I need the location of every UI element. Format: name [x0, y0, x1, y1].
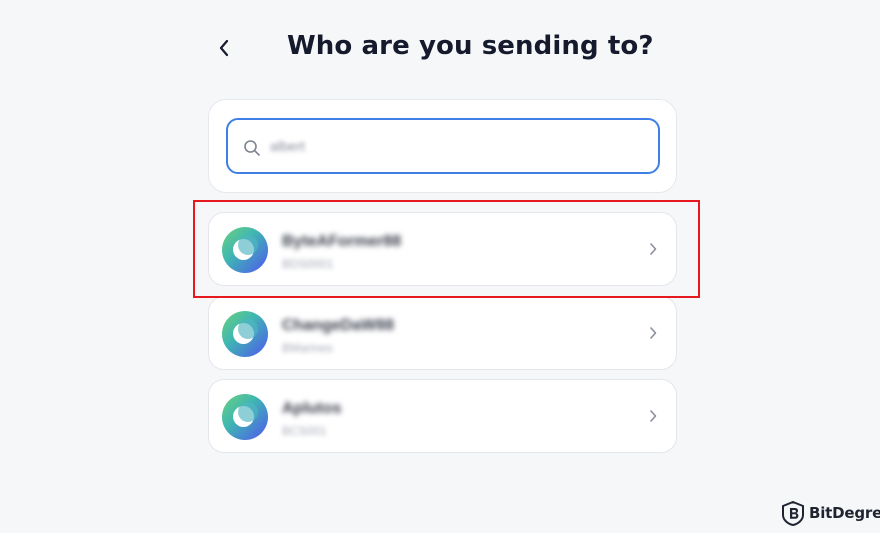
- back-button[interactable]: [210, 34, 238, 62]
- recipient-subtitle: BMarines: [282, 341, 333, 355]
- crescent-avatar-icon: [233, 319, 258, 344]
- search-icon: [244, 140, 260, 156]
- header: Who are you sending to?: [209, 30, 678, 66]
- brand-name: BitDegree: [809, 504, 880, 522]
- search-box[interactable]: [226, 118, 660, 174]
- recipient-item[interactable]: ByteAFormer88 BDS0001: [208, 212, 677, 286]
- brand-watermark: BitDegree: [782, 500, 880, 526]
- chevron-right-icon: [650, 327, 657, 339]
- recipient-subtitle: BDS0001: [282, 257, 334, 271]
- recipient-item[interactable]: Aplutos BCS001: [208, 379, 677, 453]
- chevron-left-icon: [219, 39, 229, 57]
- chevron-right-icon: [650, 243, 657, 255]
- avatar: [222, 394, 268, 440]
- recipient-name: Aplutos: [282, 400, 342, 417]
- search-input[interactable]: [270, 134, 640, 158]
- page-title: Who are you sending to?: [287, 31, 654, 61]
- bitdegree-logo-icon: [782, 500, 804, 526]
- recipient-subtitle: BCS001: [282, 424, 327, 438]
- recipient-item[interactable]: ChangeDaW88 BMarines: [208, 296, 677, 370]
- chevron-right-icon: [650, 410, 657, 422]
- recipient-name: ByteAFormer88: [282, 233, 402, 250]
- search-card: [208, 99, 677, 193]
- crescent-avatar-icon: [233, 235, 258, 260]
- recipient-name: ChangeDaW88: [282, 317, 395, 334]
- crescent-avatar-icon: [233, 402, 258, 427]
- avatar: [222, 227, 268, 273]
- avatar: [222, 311, 268, 357]
